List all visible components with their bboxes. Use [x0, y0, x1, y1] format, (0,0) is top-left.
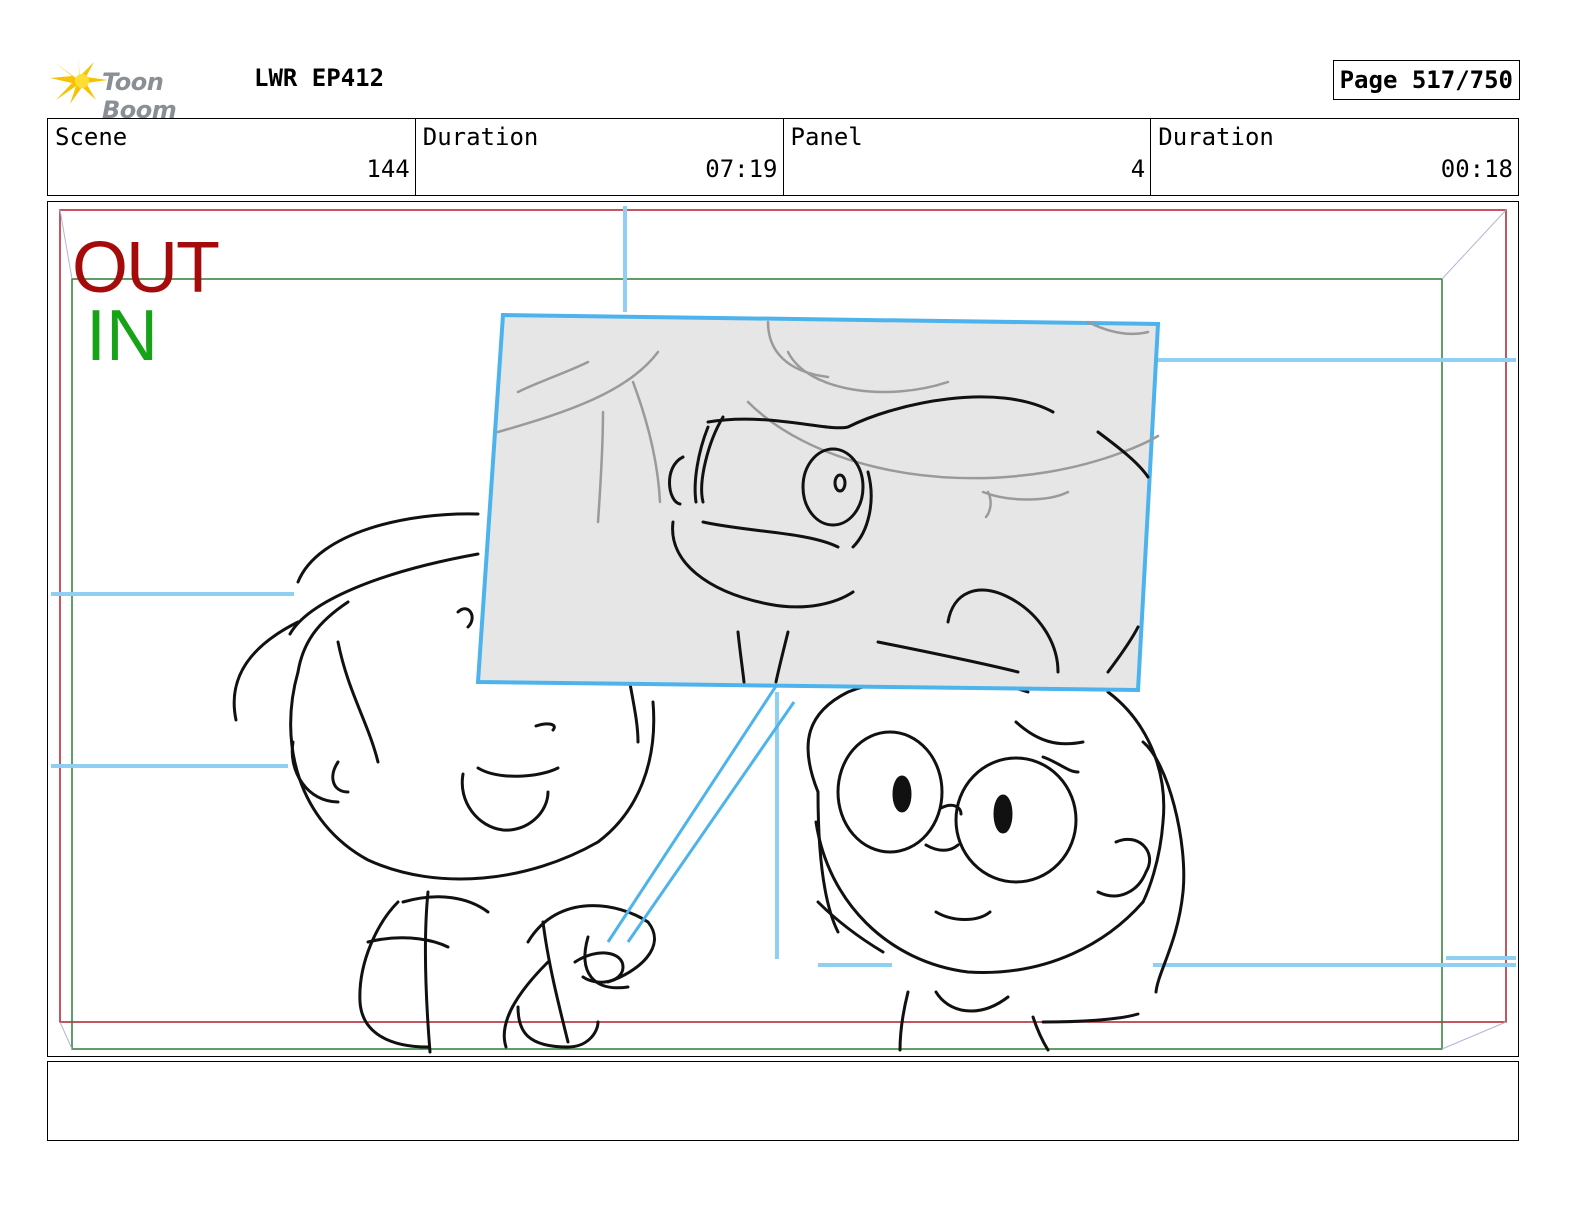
scene-info-table: Scene 144 Duration 07:19 Panel 4 Duratio…: [47, 118, 1519, 196]
scene-duration-label: Duration: [422, 123, 539, 151]
inset-panel: [475, 312, 1161, 943]
panel-duration-cell: Duration 00:18: [1151, 119, 1518, 195]
panel-duration-label: Duration: [1158, 123, 1274, 151]
scene-cell: Scene 144: [48, 119, 416, 195]
panel-duration-value: 00:18: [1440, 155, 1513, 183]
page-header: Toon Boom LWR EP412 Page 517/750: [48, 52, 1520, 124]
panel-drawing: [51, 206, 1516, 1054]
out-label: OUT: [72, 228, 220, 308]
in-label: IN: [86, 296, 158, 376]
panel-cell: Panel 4: [784, 119, 1152, 195]
scene-value: 144: [366, 155, 410, 183]
page-indicator: Page 517/750: [1332, 60, 1520, 100]
logo-text: Toon Boom: [102, 68, 177, 124]
girl-character: [806, 675, 1186, 1052]
storyboard-panel: OUT IN: [47, 201, 1519, 1057]
scene-label: Scene: [55, 123, 128, 151]
starburst-icon: [50, 58, 108, 104]
notes-box[interactable]: [47, 1061, 1519, 1141]
scene-duration-value: 07:19: [705, 155, 778, 183]
panel-value: 4: [1130, 155, 1146, 183]
project-title: LWR EP412: [254, 64, 385, 92]
panel-label: Panel: [790, 123, 863, 151]
scene-duration-cell: Duration 07:19: [416, 119, 784, 195]
toon-boom-logo: Toon Boom: [50, 56, 240, 124]
